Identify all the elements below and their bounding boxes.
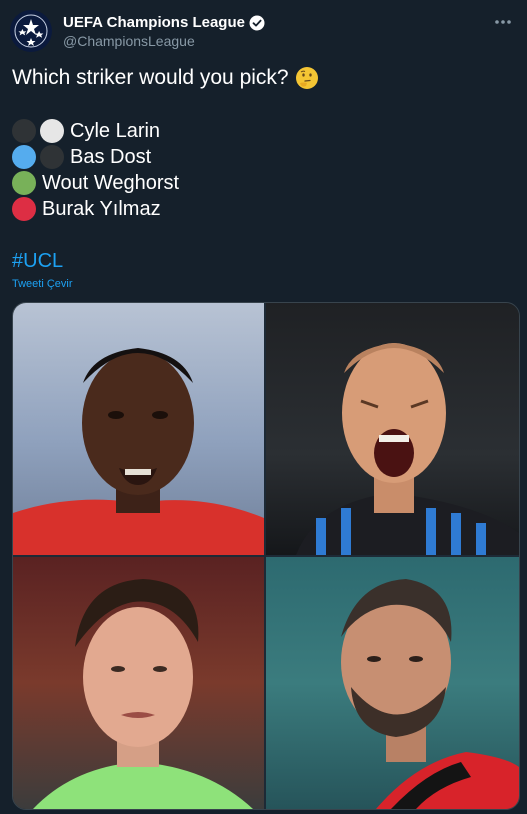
verified-badge-icon [249,15,265,30]
black-circle-icon [40,145,64,169]
option-bas-dost: Bas Dost [12,144,179,170]
option-wout-weghorst: Wout Weghorst [12,170,179,196]
white-circle-icon [40,119,64,143]
options-list: Cyle Larin Bas Dost Wout Weghorst Burak … [12,118,179,222]
red-circle-icon [12,197,36,221]
player-photo-red-black-kit-icon [341,579,519,809]
player-photo-2[interactable] [266,303,519,555]
player-photo-red-kit-icon [13,348,264,555]
option-cyle-larin: Cyle Larin [12,118,179,144]
display-name-text: UEFA Champions League [63,14,245,31]
tweet: UEFA Champions League @ChampionsLeague W… [0,0,527,814]
player-photo-3[interactable] [13,557,264,809]
media-grid[interactable] [12,302,520,810]
display-name[interactable]: UEFA Champions League [63,14,265,31]
user-handle[interactable]: @ChampionsLeague [63,33,195,49]
tweet-question: Which striker would you pick? [12,66,319,90]
black-circle-icon [12,119,36,143]
player-photo-1[interactable] [13,303,264,555]
more-options-icon[interactable] [491,10,515,34]
blue-circle-icon [12,145,36,169]
green-circle-icon [12,171,36,195]
option-label: Wout Weghorst [42,171,180,194]
thinking-face-emoji-icon [295,67,318,89]
option-burak-yilmaz: Burak Yılmaz [12,196,179,222]
avatar[interactable] [10,10,52,52]
hashtag-link[interactable]: #UCL [12,250,63,273]
question-text: Which striker would you pick? [12,66,289,89]
ucl-starball-logo-icon [14,14,48,48]
option-label: Cyle Larin [70,119,161,142]
player-photo-4[interactable] [266,557,519,809]
option-label: Bas Dost [70,145,152,168]
player-photo-striped-kit-icon [296,343,519,555]
option-label: Burak Yılmaz [42,197,161,220]
player-photo-green-kit-icon [33,579,253,809]
translate-tweet-link[interactable]: Tweeti Çevir [12,278,73,290]
